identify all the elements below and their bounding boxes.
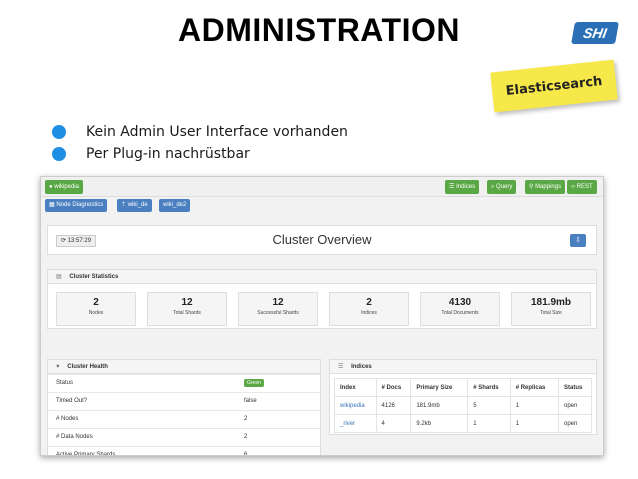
heart-icon: ♥ [56, 364, 60, 370]
info-icon: ● [49, 184, 53, 190]
health-key: # Data Nodes [56, 434, 93, 440]
table-cell: open [558, 414, 592, 433]
nav-mappings-button[interactable]: ⚲ Mappings [525, 180, 566, 194]
stat-card: 4130 Total Documents [420, 292, 500, 326]
health-row: # Data Nodes 2 [48, 428, 320, 446]
column-header: Index [334, 378, 377, 397]
stat-card: 181.9mb Total Size [511, 292, 591, 326]
list-icon: ☰ [449, 184, 455, 190]
table-cell: 4126 [375, 396, 412, 415]
health-key: # Nodes [56, 416, 79, 422]
health-value: false [244, 398, 257, 404]
elastichq-screenshot: ● wikipedia ☰ Indices ⌕ Query ⚲ Mappings… [40, 176, 604, 456]
download-icon: ⇩ [575, 237, 581, 244]
overview-title: Cluster Overview [272, 232, 372, 247]
health-value: 2 [244, 434, 248, 440]
stat-label: Total Documents [441, 310, 479, 316]
health-row: # Nodes 2 [48, 410, 320, 428]
stat-value: 2 [366, 297, 372, 308]
bullet-dot-icon [52, 125, 66, 139]
index-link[interactable]: _river [334, 414, 377, 433]
stat-card: 2 Indices [329, 292, 409, 326]
stat-label: Nodes [88, 310, 104, 316]
stat-label: Indices [361, 310, 377, 316]
nav-rest-button[interactable]: ‹› REST [567, 180, 597, 194]
table-cell: 181.9mb [410, 396, 469, 415]
list-icon: ☰ [338, 364, 344, 370]
column-header: Status [558, 378, 592, 397]
table-header-row: Index # Docs Primary Size # Shards # Rep… [334, 378, 592, 397]
stat-card: 12 Successful Shards [238, 292, 318, 326]
code-icon: ‹› [571, 184, 575, 190]
cluster-health-panel: ♥ Cluster Health Status Green Timed Out?… [47, 359, 321, 456]
health-row: Timed Out? false [48, 392, 320, 410]
health-key: Active Primary Shards [56, 452, 116, 456]
health-row: Status Green [48, 374, 320, 392]
indices-table: Index # Docs Primary Size # Shards # Rep… [334, 378, 592, 433]
health-value: 2 [244, 416, 248, 422]
stat-value: 4130 [448, 297, 472, 308]
chart-icon: ▦ [49, 202, 55, 208]
slide-title: ADMINISTRATION [178, 12, 460, 48]
download-button[interactable]: ⇩ [570, 234, 586, 247]
panel-header: ▤ Cluster Statistics [48, 270, 596, 284]
node-diagnostics-button[interactable]: ▦ Node Diagnostics [45, 199, 108, 212]
alias-wiki-de-button[interactable]: ⇡ wiki_de [117, 199, 152, 212]
nav-query-button[interactable]: ⌕ Query [487, 180, 517, 194]
health-value: 6 [244, 452, 248, 456]
stat-value: 12 [181, 297, 193, 308]
stat-value: 181.9mb [530, 297, 572, 308]
bullet-text: Kein Admin User Interface vorhanden [86, 124, 348, 140]
indices-panel: ☰ Indices Index # Docs Primary Size # Sh… [329, 359, 597, 435]
cluster-statistics-panel: ▤ Cluster Statistics 2 Nodes 12 Total Sh… [47, 269, 597, 329]
column-header: # Shards [467, 378, 511, 397]
stat-value: 12 [272, 297, 284, 308]
cluster-button[interactable]: ● wikipedia [45, 180, 83, 194]
table-cell: open [558, 396, 592, 415]
table-row: _river 4 9.2kb 1 1 open [334, 414, 592, 433]
table-cell: 1 [467, 414, 511, 433]
status-badge: Green [244, 379, 264, 387]
index-link[interactable]: wikipedia [334, 396, 377, 415]
table-cell: 9.2kb [410, 414, 469, 433]
stat-label: Successful Shards [257, 310, 299, 316]
company-logo: SHI [571, 22, 619, 44]
search-icon: ⌕ [491, 184, 495, 190]
table-row: wikipedia 4126 181.9mb 5 1 open [334, 396, 592, 415]
column-header: # Replicas [509, 378, 560, 397]
bullet-list: Kein Admin User Interface vorhanden Per … [52, 122, 348, 166]
column-header: # Docs [375, 378, 412, 397]
bullet-item: Kein Admin User Interface vorhanden [52, 122, 348, 142]
stat-card: 2 Nodes [56, 292, 136, 326]
stat-label: Total Size [540, 310, 562, 316]
nav-indices-button[interactable]: ☰ Indices [445, 180, 480, 194]
arrow-icon: ⇡ [121, 202, 127, 208]
panel-header: ♥ Cluster Health [48, 360, 320, 374]
column-header: Primary Size [410, 378, 469, 397]
bullet-text: Per Plug-in nachrüstbar [86, 146, 250, 162]
top-navbar: ● wikipedia ☰ Indices ⌕ Query ⚲ Mappings… [41, 177, 603, 197]
bullet-dot-icon [52, 147, 66, 161]
health-row: Active Primary Shards 6 [48, 446, 320, 456]
pin-icon: ⚲ [529, 184, 534, 190]
alias-wiki-de2-button[interactable]: wiki_de2 [159, 199, 191, 212]
health-key: Status [56, 380, 74, 386]
stat-label: Total Shards [173, 310, 201, 316]
stat-card: 12 Total Shards [147, 292, 227, 326]
sticky-note: Elasticsearch [490, 59, 618, 113]
table-cell: 1 [509, 414, 560, 433]
health-key: Timed Out? [56, 398, 88, 404]
panel-header: ☰ Indices [330, 360, 596, 374]
overview-panel: ⟳ 13:57:29 Cluster Overview ⇩ [47, 225, 597, 255]
bullet-item: Per Plug-in nachrüstbar [52, 144, 348, 164]
stat-value: 2 [93, 297, 99, 308]
table-cell: 1 [509, 396, 560, 415]
stats-icon: ▤ [56, 274, 62, 280]
table-cell: 5 [467, 396, 511, 415]
table-cell: 4 [375, 414, 412, 433]
